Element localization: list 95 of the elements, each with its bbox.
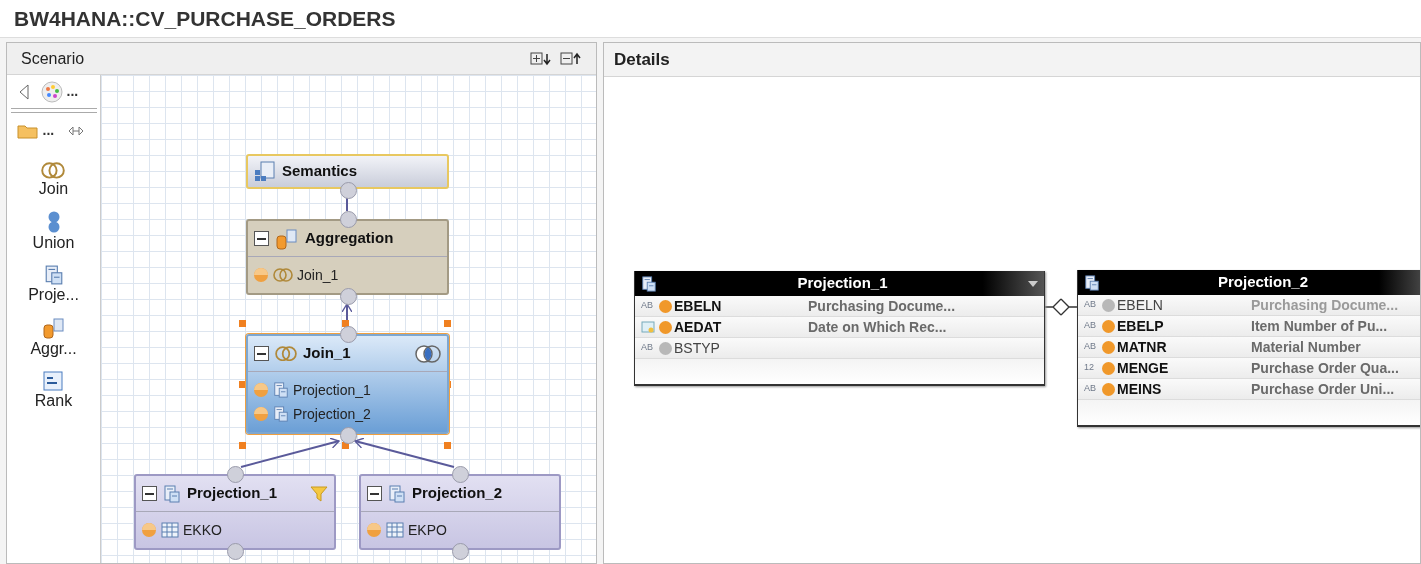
connector-line — [346, 197, 348, 212]
join-icon — [273, 268, 293, 282]
panel-title: Scenario — [21, 48, 86, 69]
node-input-label: Projection_1 — [293, 380, 371, 400]
dropdown-icon[interactable] — [1028, 280, 1038, 287]
window-title: BW4HANA::CV_PURCHASE_ORDERS — [14, 5, 396, 32]
column-name: EBELP — [1117, 316, 1165, 336]
attribute-dot-icon — [253, 267, 269, 283]
table-title: Projection_1 — [796, 273, 889, 294]
column-description: Purchase Order Qua... — [1251, 358, 1399, 378]
column-name: MEINS — [1117, 379, 1163, 399]
back-icon[interactable] — [18, 83, 29, 100]
inner-join-icon — [415, 344, 441, 363]
expand-all-icon[interactable] — [530, 51, 552, 66]
projection-table[interactable]: Projection_2 AB EBELN Purchasing Docume... AB EBELP Item Number of Pu... AB MATNR Material Number 12 MENGE Purchase Order Qua... AB MEINS Purchase Order Uni... — [1077, 270, 1420, 427]
union-icon — [46, 210, 61, 233]
projection-icon — [641, 275, 657, 292]
join-icon — [275, 345, 297, 362]
collapse-icon[interactable] — [367, 486, 382, 501]
column-description: Purchasing Docume... — [1251, 295, 1399, 315]
aggregation-icon — [275, 227, 299, 250]
selection-handle[interactable] — [444, 442, 451, 449]
attribute-dot-icon — [253, 406, 269, 422]
data-type-label: AB — [1084, 298, 1096, 312]
column-name: MATNR — [1117, 337, 1168, 357]
projection-icon — [43, 264, 64, 285]
collapse-icon[interactable] — [254, 231, 269, 246]
palette-item[interactable]: Union — [32, 210, 75, 253]
join-link — [1044, 298, 1078, 316]
palette-item[interactable]: Rank — [34, 370, 73, 411]
data-type-label: AB — [641, 299, 653, 313]
palette-menu-button[interactable]: ... — [40, 80, 79, 103]
node-input-label: EKPO — [408, 520, 447, 540]
table-icon — [386, 522, 404, 538]
view-node[interactable]: Join_1 Projection_1 Projection_2 — [246, 334, 449, 434]
node-title: Projection_2 — [412, 483, 503, 504]
selection-handle[interactable] — [341, 442, 349, 449]
attribute-dot-icon — [141, 522, 157, 538]
panel-title: Details — [614, 48, 670, 71]
table-title: Projection_2 — [1217, 272, 1309, 293]
selection-handle[interactable] — [341, 320, 349, 327]
view-node[interactable]: Projection_1 EKKO — [134, 474, 336, 550]
column-description: Material Number — [1251, 337, 1361, 357]
column-description: Item Number of Pu... — [1251, 316, 1388, 336]
folder-icon — [16, 122, 39, 139]
node-input-label: Join_1 — [297, 265, 339, 285]
date-type-icon — [641, 321, 655, 333]
selection-handle[interactable] — [444, 320, 451, 327]
selection-handle[interactable] — [239, 442, 246, 449]
projection-icon — [1084, 274, 1100, 291]
semantics-icon — [254, 160, 276, 183]
palette-item[interactable]: Proje... — [28, 264, 79, 305]
projection-icon — [273, 382, 289, 398]
palette-item[interactable]: Aggr... — [30, 316, 77, 359]
collapse-icon[interactable] — [142, 486, 157, 501]
join-icon — [41, 162, 66, 179]
data-type-label: AB — [1084, 340, 1096, 354]
aggregation-icon — [41, 316, 66, 339]
selection-handle[interactable] — [239, 320, 246, 327]
palette-icon — [40, 80, 63, 103]
palette-item[interactable]: Join — [38, 162, 69, 199]
column-name: EBELN — [1117, 295, 1164, 315]
column-name: MENGE — [1117, 358, 1170, 378]
swap-icon[interactable] — [68, 124, 85, 137]
rank-icon — [43, 370, 64, 391]
column-description: Purchase Order Uni... — [1251, 379, 1395, 399]
scenario-canvas[interactable]: Semantics Aggregation Join_1 Join_1 Projection_1 Projection_2 Projection_1 EKKO Projection_2 EKPO — [101, 75, 596, 563]
data-type-label: 12 — [1084, 361, 1094, 375]
node-input-label: Projection_2 — [293, 404, 371, 424]
data-type-label: AB — [1084, 382, 1096, 396]
data-type-label: AB — [641, 341, 653, 355]
collapse-all-icon[interactable] — [560, 51, 582, 66]
node-title: Aggregation — [305, 228, 394, 249]
projection-icon — [388, 484, 406, 503]
column-name: BSTYP — [674, 338, 721, 358]
column-name: AEDAT — [674, 317, 723, 337]
node-input-label: EKKO — [183, 520, 222, 540]
attribute-dot-icon — [253, 382, 269, 398]
folder-menu-button[interactable]: ... — [16, 120, 55, 141]
node-title: Join_1 — [303, 343, 351, 364]
data-type-label: AB — [1084, 319, 1096, 333]
node-title: Semantics — [282, 161, 358, 182]
attribute-dot-icon — [366, 522, 382, 538]
column-description: Purchasing Docume... — [808, 296, 956, 316]
view-node[interactable]: Aggregation Join_1 — [246, 219, 449, 295]
column-description: Date on Which Rec... — [808, 317, 947, 337]
view-node[interactable]: Projection_2 EKPO — [359, 474, 561, 550]
column-name: EBELN — [674, 296, 723, 316]
collapse-icon[interactable] — [254, 346, 269, 361]
table-icon — [161, 522, 179, 538]
projection-icon — [163, 484, 181, 503]
projection-icon — [273, 406, 289, 422]
projection-table[interactable]: Projection_1 AB EBELN Purchasing Docume... AEDAT Date on Which Rec... AB BSTYP — [634, 271, 1045, 386]
view-node[interactable]: Semantics — [246, 154, 449, 189]
node-title: Projection_1 — [187, 483, 278, 504]
